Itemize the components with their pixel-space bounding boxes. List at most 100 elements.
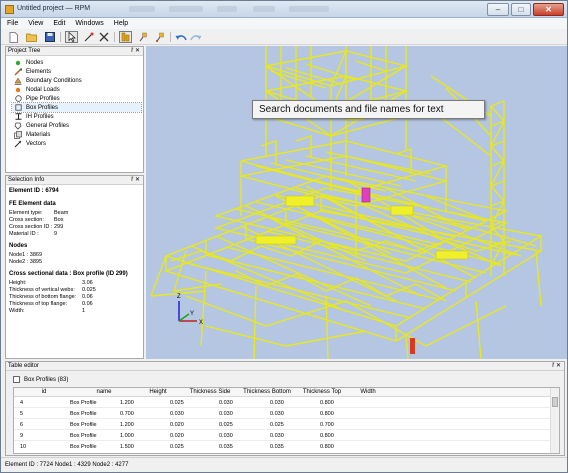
- cell-thickness-bottom[interactable]: 0.030: [219, 431, 233, 441]
- tree-item-ih-profiles[interactable]: IH Profiles: [14, 112, 54, 121]
- fe-element-heading: FE Element data: [9, 201, 56, 207]
- blurred-tab: [129, 6, 155, 12]
- checkbox-icon[interactable]: [13, 376, 20, 383]
- cell-thickness-top[interactable]: 0.025: [270, 420, 284, 430]
- cell-thickness-top[interactable]: 0.030: [270, 398, 284, 408]
- column-header-thickness-top[interactable]: Thickness Top: [296, 388, 348, 397]
- menu-file[interactable]: File: [7, 20, 18, 27]
- cell-thickness-bottom[interactable]: 0.035: [219, 442, 233, 452]
- cell-id[interactable]: 4: [20, 398, 23, 408]
- tree-item-elements[interactable]: Elements: [14, 67, 51, 76]
- cell-thickness-bottom[interactable]: 0.025: [219, 420, 233, 430]
- table-row[interactable]: 9 Box Profile 1.000 0.020 0.030 0.030 0.…: [14, 431, 551, 441]
- cell-width[interactable]: 0.800: [320, 431, 334, 441]
- new-file-button[interactable]: [7, 31, 20, 43]
- fe-row-label: Material ID :: [9, 231, 39, 237]
- tree-item-materials[interactable]: Materials: [14, 130, 50, 139]
- cell-thickness-bottom[interactable]: 0.030: [219, 398, 233, 408]
- cell-height[interactable]: 1.000: [120, 431, 134, 441]
- tree-item-label: Elements: [26, 68, 52, 75]
- tree-item-boundary-conditions[interactable]: Boundary Conditions: [14, 76, 82, 85]
- tree-item-label: Nodal Loads: [26, 86, 60, 93]
- column-header-id[interactable]: id: [14, 388, 74, 397]
- column-header-width[interactable]: Width: [348, 388, 388, 397]
- menu-edit[interactable]: Edit: [53, 20, 65, 27]
- cell-width[interactable]: 0.800: [320, 409, 334, 419]
- box-profiles-tab[interactable]: Box Profiles (83): [13, 376, 68, 383]
- cell-id[interactable]: 6: [20, 420, 23, 430]
- select-tool-button[interactable]: [65, 31, 78, 43]
- cell-id[interactable]: 9: [20, 431, 23, 441]
- panel-float-close-icon[interactable]: ř ✕: [131, 47, 140, 56]
- maximize-button[interactable]: □: [511, 3, 531, 16]
- tree-item-general-profiles[interactable]: General Profiles: [14, 121, 69, 130]
- column-header-thickness-bottom[interactable]: Thickness Bottom: [238, 388, 296, 397]
- delete-button[interactable]: [97, 31, 110, 43]
- cell-name[interactable]: Box Profile: [70, 398, 97, 408]
- cell-thickness-top[interactable]: 0.030: [270, 409, 284, 419]
- cell-height[interactable]: 1.500: [120, 442, 134, 452]
- status-bar: Element ID : 7724 Node1 : 4329 Node2 : 4…: [1, 457, 567, 472]
- close-icon: ✕: [545, 5, 552, 14]
- selected-element-highlight[interactable]: [361, 187, 371, 203]
- save-button[interactable]: [43, 31, 56, 43]
- panel-float-close-icon[interactable]: ř ✕: [131, 176, 140, 185]
- cell-id[interactable]: 5: [20, 409, 23, 419]
- cell-id[interactable]: 10: [20, 442, 26, 452]
- tree-item-box-profiles[interactable]: Box Profiles: [11, 102, 142, 113]
- node-line: Node1 : 3869: [9, 252, 43, 258]
- cell-thickness-top[interactable]: 0.035: [270, 442, 284, 452]
- cell-name[interactable]: Box Profile: [70, 409, 97, 419]
- column-header-thickness-side[interactable]: Thickness Side: [182, 388, 238, 397]
- column-header-name[interactable]: name: [74, 388, 134, 397]
- fe-row-value: 9: [54, 231, 58, 237]
- cell-name[interactable]: Box Profile: [70, 442, 97, 452]
- column-header-height[interactable]: Height: [134, 388, 182, 397]
- table-row[interactable]: 5 Box Profile 0.700 0.030 0.030 0.030 0.…: [14, 409, 551, 419]
- load-tool-button[interactable]: [153, 31, 166, 43]
- open-button[interactable]: [25, 31, 38, 43]
- panel-float-close-icon[interactable]: ř ✕: [552, 362, 561, 371]
- menu-windows[interactable]: Windows: [75, 20, 103, 27]
- cell-height[interactable]: 1.200: [120, 420, 134, 430]
- pick-node-button[interactable]: [82, 31, 95, 43]
- table-row[interactable]: 6 Box Profile 1.200 0.020 0.025 0.025 0.…: [14, 420, 551, 430]
- cell-thickness-top[interactable]: 0.030: [270, 431, 284, 441]
- cell-name[interactable]: Box Profile: [70, 431, 97, 441]
- 3d-viewport[interactable]: Z X Y: [146, 46, 567, 359]
- cell-height[interactable]: 1.200: [120, 398, 134, 408]
- cell-width[interactable]: 0.800: [320, 398, 334, 408]
- minimize-button[interactable]: –: [487, 3, 509, 16]
- cell-thickness-side[interactable]: 0.025: [170, 442, 184, 452]
- menu-bar: File View Edit Windows Help: [1, 18, 567, 29]
- blurred-tab: [289, 6, 329, 12]
- redo-button[interactable]: [189, 31, 202, 43]
- tree-item-nodes[interactable]: Nodes: [14, 58, 43, 67]
- cell-thickness-side[interactable]: 0.025: [170, 398, 184, 408]
- cell-width[interactable]: 0.700: [320, 420, 334, 430]
- undo-button[interactable]: [174, 31, 187, 43]
- cs-row-value: 1: [82, 308, 86, 314]
- cell-thickness-side[interactable]: 0.020: [170, 420, 184, 430]
- tree-item-vectors[interactable]: Vectors: [14, 139, 46, 148]
- cell-name[interactable]: Box Profile: [70, 420, 97, 430]
- tree-item-nodal-loads[interactable]: Nodal Loads: [14, 85, 60, 94]
- tree-item-pipe-profiles[interactable]: Pipe Profiles: [14, 94, 60, 103]
- cell-thickness-bottom[interactable]: 0.030: [219, 409, 233, 419]
- scrollbar-thumb[interactable]: [552, 397, 558, 407]
- menu-help[interactable]: Help: [114, 20, 128, 27]
- table-row[interactable]: 10 Box Profile 1.500 0.025 0.035 0.035 0…: [14, 442, 551, 453]
- node-dot-icon: [14, 59, 22, 67]
- beam-tool-button[interactable]: [119, 31, 132, 43]
- constraint-tool-button[interactable]: [136, 31, 149, 43]
- cell-thickness-side[interactable]: 0.020: [170, 431, 184, 441]
- menu-view[interactable]: View: [28, 20, 43, 27]
- cell-width[interactable]: 0.800: [320, 442, 334, 452]
- cell-height[interactable]: 0.700: [120, 409, 134, 419]
- pipe-icon: [14, 95, 22, 103]
- table-scrollbar[interactable]: [550, 388, 559, 453]
- load-dot-icon: [14, 86, 22, 94]
- table-row[interactable]: 4 Box Profile 1.200 0.025 0.030 0.030 0.…: [14, 398, 551, 408]
- cell-thickness-side[interactable]: 0.030: [170, 409, 184, 419]
- close-button[interactable]: ✕: [533, 3, 564, 16]
